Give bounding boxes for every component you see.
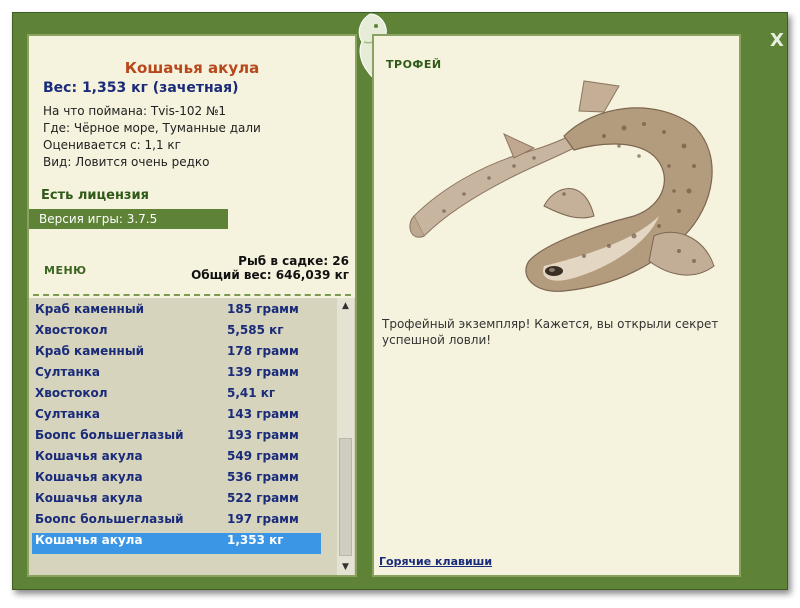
info-bait: На что поймана: Tvis-102 №1 [43, 104, 227, 118]
fish-info-panel: Кошачья акула Вес: 1,353 кг (зачетная) Н… [27, 34, 357, 577]
catch-count: Рыб в садке: 26 [238, 254, 349, 268]
catch-fish-weight: 178 грамм [227, 344, 299, 358]
scrollbar[interactable]: ▲ ▼ [337, 298, 354, 575]
catch-fish-weight: 549 грамм [227, 449, 299, 463]
fish-weight: Вес: 1,353 кг (зачетная) [43, 80, 239, 96]
catch-fish-name: Кошачья акула [35, 449, 143, 463]
catch-fish-name: Краб каменный [35, 344, 145, 358]
catch-fish-name: Султанка [35, 407, 101, 421]
catch-list-row[interactable]: Хвостокол 5,585 кг [32, 323, 321, 344]
catch-fish-name: Кошачья акула [35, 533, 143, 547]
info-min-weight: Оценивается с: 1,1 кг [43, 138, 181, 152]
catch-list-row[interactable]: Кошачья акула 549 грамм [32, 449, 321, 470]
catch-fish-name: Боопс большеглазый [35, 428, 184, 442]
catch-fish-weight: 143 грамм [227, 407, 299, 421]
version-bar: Версия игры: 3.7.5 [29, 209, 228, 229]
catch-fish-name: Кошачья акула [35, 470, 143, 484]
divider [33, 294, 351, 296]
scrollbar-thumb[interactable] [339, 438, 352, 556]
catch-fish-name: Хвостокол [35, 386, 108, 400]
trophy-description: Трофейный экземпляр! Кажется, вы открыли… [382, 317, 719, 347]
catch-list-row[interactable]: Кошачья акула 522 грамм [32, 491, 321, 512]
catch-fish-name: Боопс большеглазый [35, 512, 184, 526]
catch-list-row[interactable]: Боопс большеглазый 193 грамм [32, 428, 321, 449]
catch-fish-weight: 193 грамм [227, 428, 299, 442]
license-status: Есть лицензия [41, 188, 149, 203]
catch-fish-weight: 5,585 кг [227, 323, 284, 337]
menu-button[interactable]: МЕНЮ [44, 264, 87, 277]
catch-fish-weight: 139 грамм [227, 365, 299, 379]
fish-name: Кошачья акула [124, 59, 260, 77]
catch-list-row[interactable]: Султанка 143 грамм [32, 407, 321, 428]
arrow-down-icon[interactable]: ▼ [337, 559, 354, 575]
catch-stats: Рыб в садке: 26 Общий вес: 646,039 кг [191, 254, 349, 282]
catch-fish-weight: 536 грамм [227, 470, 299, 484]
arrow-up-icon[interactable]: ▲ [337, 298, 354, 314]
catch-fish-name: Хвостокол [35, 323, 108, 337]
catch-list-row[interactable]: Краб каменный 185 грамм [32, 302, 321, 323]
catch-fish-weight: 5,41 кг [227, 386, 276, 400]
catch-list-area: Краб каменный 185 грамм Хвостокол 5,585 кг К… [29, 298, 355, 575]
info-location: Где: Чёрное море, Туманные дали [43, 121, 261, 135]
catch-list-row[interactable]: Кошачья акула 536 грамм [32, 470, 321, 491]
catch-list: Краб каменный 185 грамм Хвостокол 5,585 кг К… [32, 302, 321, 554]
catch-fish-name: Султанка [35, 365, 101, 379]
info-rarity: Вид: Ловится очень редко [43, 155, 210, 169]
close-icon[interactable]: X [765, 29, 789, 53]
catch-list-row[interactable]: Боопс большеглазый 197 грамм [32, 512, 321, 533]
catch-list-row[interactable]: Краб каменный 178 грамм [32, 344, 321, 365]
hotkeys-link[interactable]: Горячие клавиши [379, 555, 492, 568]
catch-fish-weight: 522 грамм [227, 491, 299, 505]
catch-fish-name: Краб каменный [35, 302, 145, 316]
catch-total-weight: Общий вес: 646,039 кг [191, 268, 349, 282]
catch-list-row[interactable]: Хвостокол 5,41 кг [32, 386, 321, 407]
catch-fish-name: Кошачья акула [35, 491, 143, 505]
shark-image [409, 80, 715, 292]
catch-fish-weight: 185 грамм [227, 302, 299, 316]
catch-list-row[interactable]: Султанка 139 грамм [32, 365, 321, 386]
catch-list-row[interactable]: Кошачья акула 1,353 кг [32, 533, 321, 554]
catch-fish-weight: 197 грамм [227, 512, 299, 526]
catch-fish-weight: 1,353 кг [227, 533, 284, 547]
trophy-panel: ТРОФЕЙ Трофейный экземпляр! Кажется, вы [372, 34, 741, 577]
